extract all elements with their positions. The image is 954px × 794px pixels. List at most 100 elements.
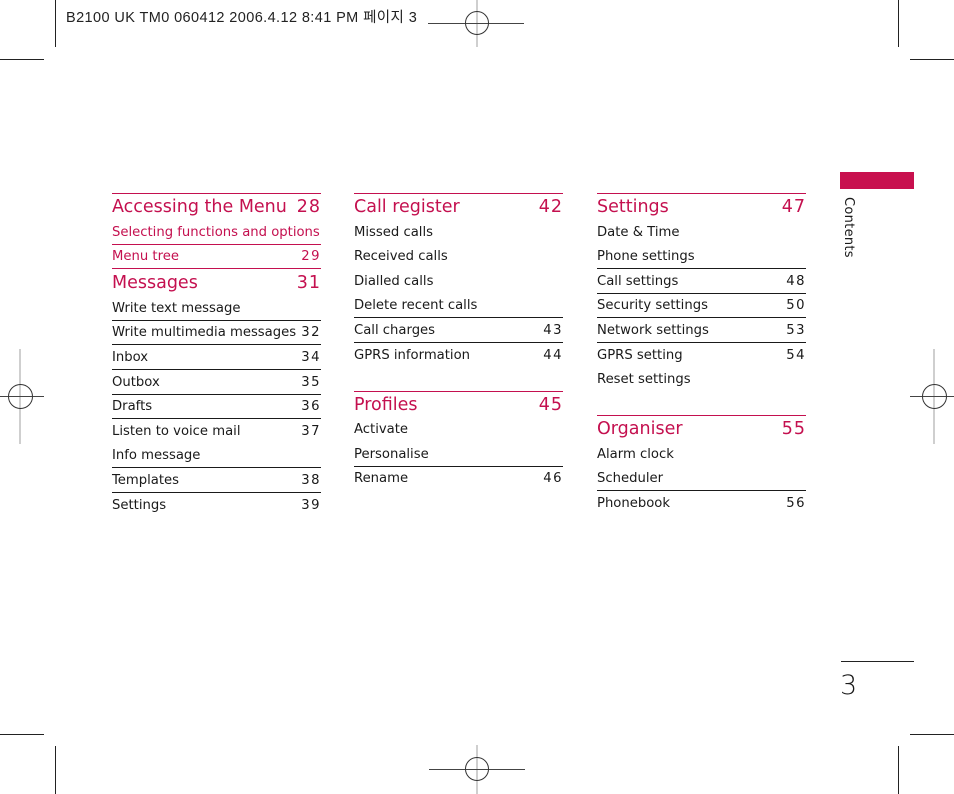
toc-entry-page-number: 38 (301, 472, 321, 488)
page-number-rule (841, 661, 914, 662)
toc-entry[interactable]: GPRS setting 54 (597, 341, 806, 367)
toc-entry[interactable]: Phonebook 56 (597, 490, 806, 515)
toc-subsection-entry[interactable]: Menu tree 29 (112, 243, 321, 269)
toc-entry[interactable]: Write multimedia messages 32 (112, 319, 321, 345)
registration-mark-right-circle (922, 384, 947, 409)
toc-entry[interactable]: Templates 38 (112, 467, 321, 492)
toc-entry-label: Reset settings (597, 372, 691, 388)
toc-entry-page-number: 47 (781, 197, 806, 217)
crop-mark-top-left-horizontal (0, 59, 44, 60)
toc-entry-page-number: 34 (301, 349, 321, 365)
toc-entry-label: GPRS setting (597, 347, 683, 363)
toc-section-heading[interactable]: Settings 47 (597, 193, 806, 219)
toc-entry-label: Scheduler (597, 471, 664, 487)
toc-entry-page-number: 55 (781, 419, 806, 440)
toc-entry-page-number: 36 (301, 399, 321, 415)
toc-entry-page-number: 48 (786, 273, 806, 289)
toc-entry-label: Alarm clock (597, 446, 674, 462)
page-number: 3 (840, 670, 858, 701)
toc-entry[interactable]: Outbox 35 (112, 368, 321, 394)
toc-section-heading[interactable]: Messages 31 (112, 268, 321, 295)
toc-entry[interactable]: GPRS information 44 (354, 341, 563, 367)
registration-mark-top-circle (465, 11, 489, 35)
toc-entry-page-number: 37 (301, 423, 321, 439)
toc-entry-page-number: 56 (786, 495, 806, 511)
toc-entry-label: Call register (354, 197, 460, 217)
toc-entry-label: Write text message (112, 300, 241, 316)
toc-entry-label: Write multimedia messages (112, 325, 297, 341)
toc-entry[interactable]: Drafts 36 (112, 393, 321, 419)
toc-section-heading[interactable]: Organiser 55 (597, 415, 806, 441)
toc-section-heading[interactable]: Call register 42 (354, 193, 563, 219)
toc-entry[interactable]: Settings 39 (112, 491, 321, 517)
toc-entry[interactable]: Info message (112, 443, 321, 468)
toc-entry[interactable]: Dialled calls (354, 268, 563, 293)
toc-entry-page-number: 28 (296, 197, 321, 217)
toc-entry[interactable]: Missed calls (354, 219, 563, 244)
toc-column-2: Call register 42 Missed calls Received call… (354, 193, 563, 490)
toc-entry-page-number: 45 (538, 394, 563, 415)
toc-section-heading[interactable]: Accessing the Menu 28 (112, 193, 321, 219)
toc-entry-page-number: 31 (296, 273, 321, 294)
registration-mark-bottom-circle (465, 757, 489, 781)
crop-mark-bottom-right-vertical (898, 746, 899, 794)
side-tab-label: Contents (838, 197, 858, 267)
toc-entry-label: Call charges (354, 322, 436, 338)
toc-column-3: Settings 47 Date & Time Phone settings Call … (597, 193, 806, 515)
toc-entry-page-number: 39 (301, 497, 321, 513)
toc-entry-label: Phone settings (597, 249, 695, 265)
toc-entry-label: Profiles (354, 394, 418, 415)
toc-entry[interactable]: Scheduler (597, 466, 806, 491)
toc-entry[interactable]: Network settings 53 (597, 317, 806, 342)
toc-entry-page-number: 29 (301, 249, 321, 265)
toc-entry-label: Personalise (354, 446, 429, 462)
toc-entry[interactable]: Date & Time (597, 219, 806, 244)
toc-entry[interactable]: Alarm clock (597, 441, 806, 466)
toc-entry[interactable]: Delete recent calls (354, 293, 563, 318)
toc-section-heading[interactable]: Profiles 45 (354, 390, 563, 417)
toc-entry-label: GPRS information (354, 347, 471, 363)
toc-entry-label: Delete recent calls (354, 298, 478, 314)
toc-entry-label: Network settings (597, 322, 709, 338)
toc-entry-label: Menu tree (112, 249, 179, 265)
toc-entry-label: Activate (354, 422, 409, 438)
side-tab-label-text: Contents (841, 197, 856, 258)
toc-entry-label: Accessing the Menu (112, 197, 287, 217)
toc-entry-label: Listen to voice mail (112, 423, 241, 439)
toc-entry[interactable]: Personalise (354, 441, 563, 466)
toc-entry[interactable]: Phone settings (597, 244, 806, 269)
toc-entry[interactable]: Call settings 48 (597, 268, 806, 293)
toc-entry-label: Settings (112, 497, 167, 513)
toc-entry-label: Templates (112, 472, 180, 488)
toc-entry-label: Organiser (597, 419, 683, 440)
crop-mark-top-right-horizontal (910, 59, 954, 60)
print-header-text: B2100 UK TM0 060412 2006.4.12 8:41 PM 페이… (66, 10, 418, 26)
toc-entry-page-number: 54 (786, 347, 806, 363)
crop-mark-bottom-right-horizontal (910, 734, 954, 735)
toc-entry[interactable]: Security settings 50 (597, 292, 806, 318)
crop-mark-bottom-left-vertical (55, 746, 56, 794)
toc-entry[interactable]: Reset settings (597, 367, 806, 392)
toc-entry-label: Selecting functions and options (112, 224, 320, 240)
toc-entry[interactable]: Rename 46 (354, 465, 563, 491)
toc-subsection-entry[interactable]: Selecting functions and options (112, 219, 321, 244)
toc-entry-label: Security settings (597, 298, 708, 314)
toc-entry[interactable]: Listen to voice mail 37 (112, 418, 321, 443)
toc-entry-label: Settings (597, 197, 669, 217)
toc-entry-label: Missed calls (354, 224, 433, 240)
toc-entry[interactable]: Call charges 43 (354, 317, 563, 342)
toc-entry[interactable]: Received calls (354, 244, 563, 269)
toc-entry-page-number: 44 (543, 347, 563, 363)
toc-entry[interactable]: Write text message (112, 295, 321, 320)
crop-mark-top-right-vertical (898, 0, 899, 47)
toc-entry-label: Date & Time (597, 224, 680, 240)
toc-entry-label: Inbox (112, 349, 149, 365)
toc-entry-page-number: 32 (301, 325, 321, 341)
toc-entry[interactable]: Inbox 34 (112, 344, 321, 369)
toc-entry-label: Messages (112, 273, 198, 294)
toc-entry-label: Info message (112, 448, 201, 464)
toc-entry-label: Rename (354, 471, 409, 487)
toc-entry[interactable]: Activate (354, 417, 563, 442)
